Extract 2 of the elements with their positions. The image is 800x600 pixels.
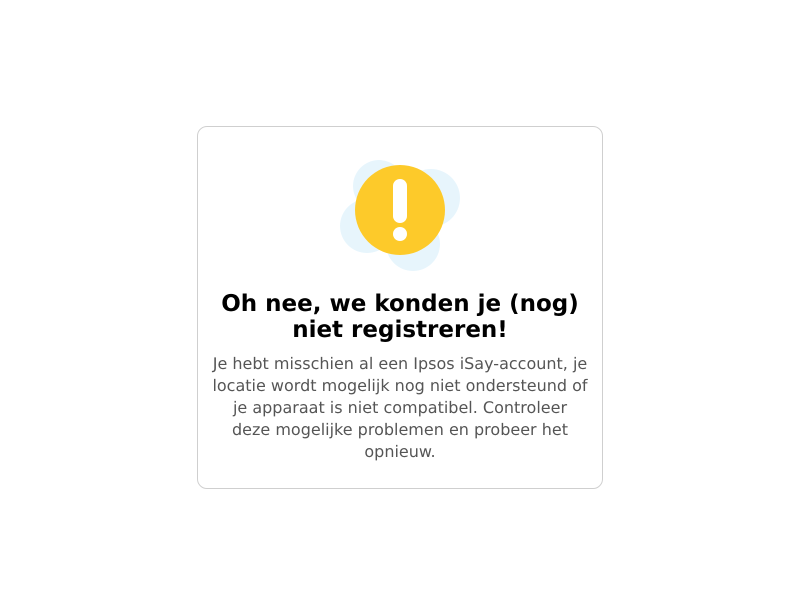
card-message: Je hebt misschien al een Ipsos iSay-account, je locatie wordt mogelijk nog niet ondersteund of je apparaat is niet compatibel. Controleer deze mogelijke problemen en probeer het opnieuw. — [212, 353, 588, 463]
card-title: Oh nee, we konden je (nog) niet registreren! — [220, 291, 580, 343]
